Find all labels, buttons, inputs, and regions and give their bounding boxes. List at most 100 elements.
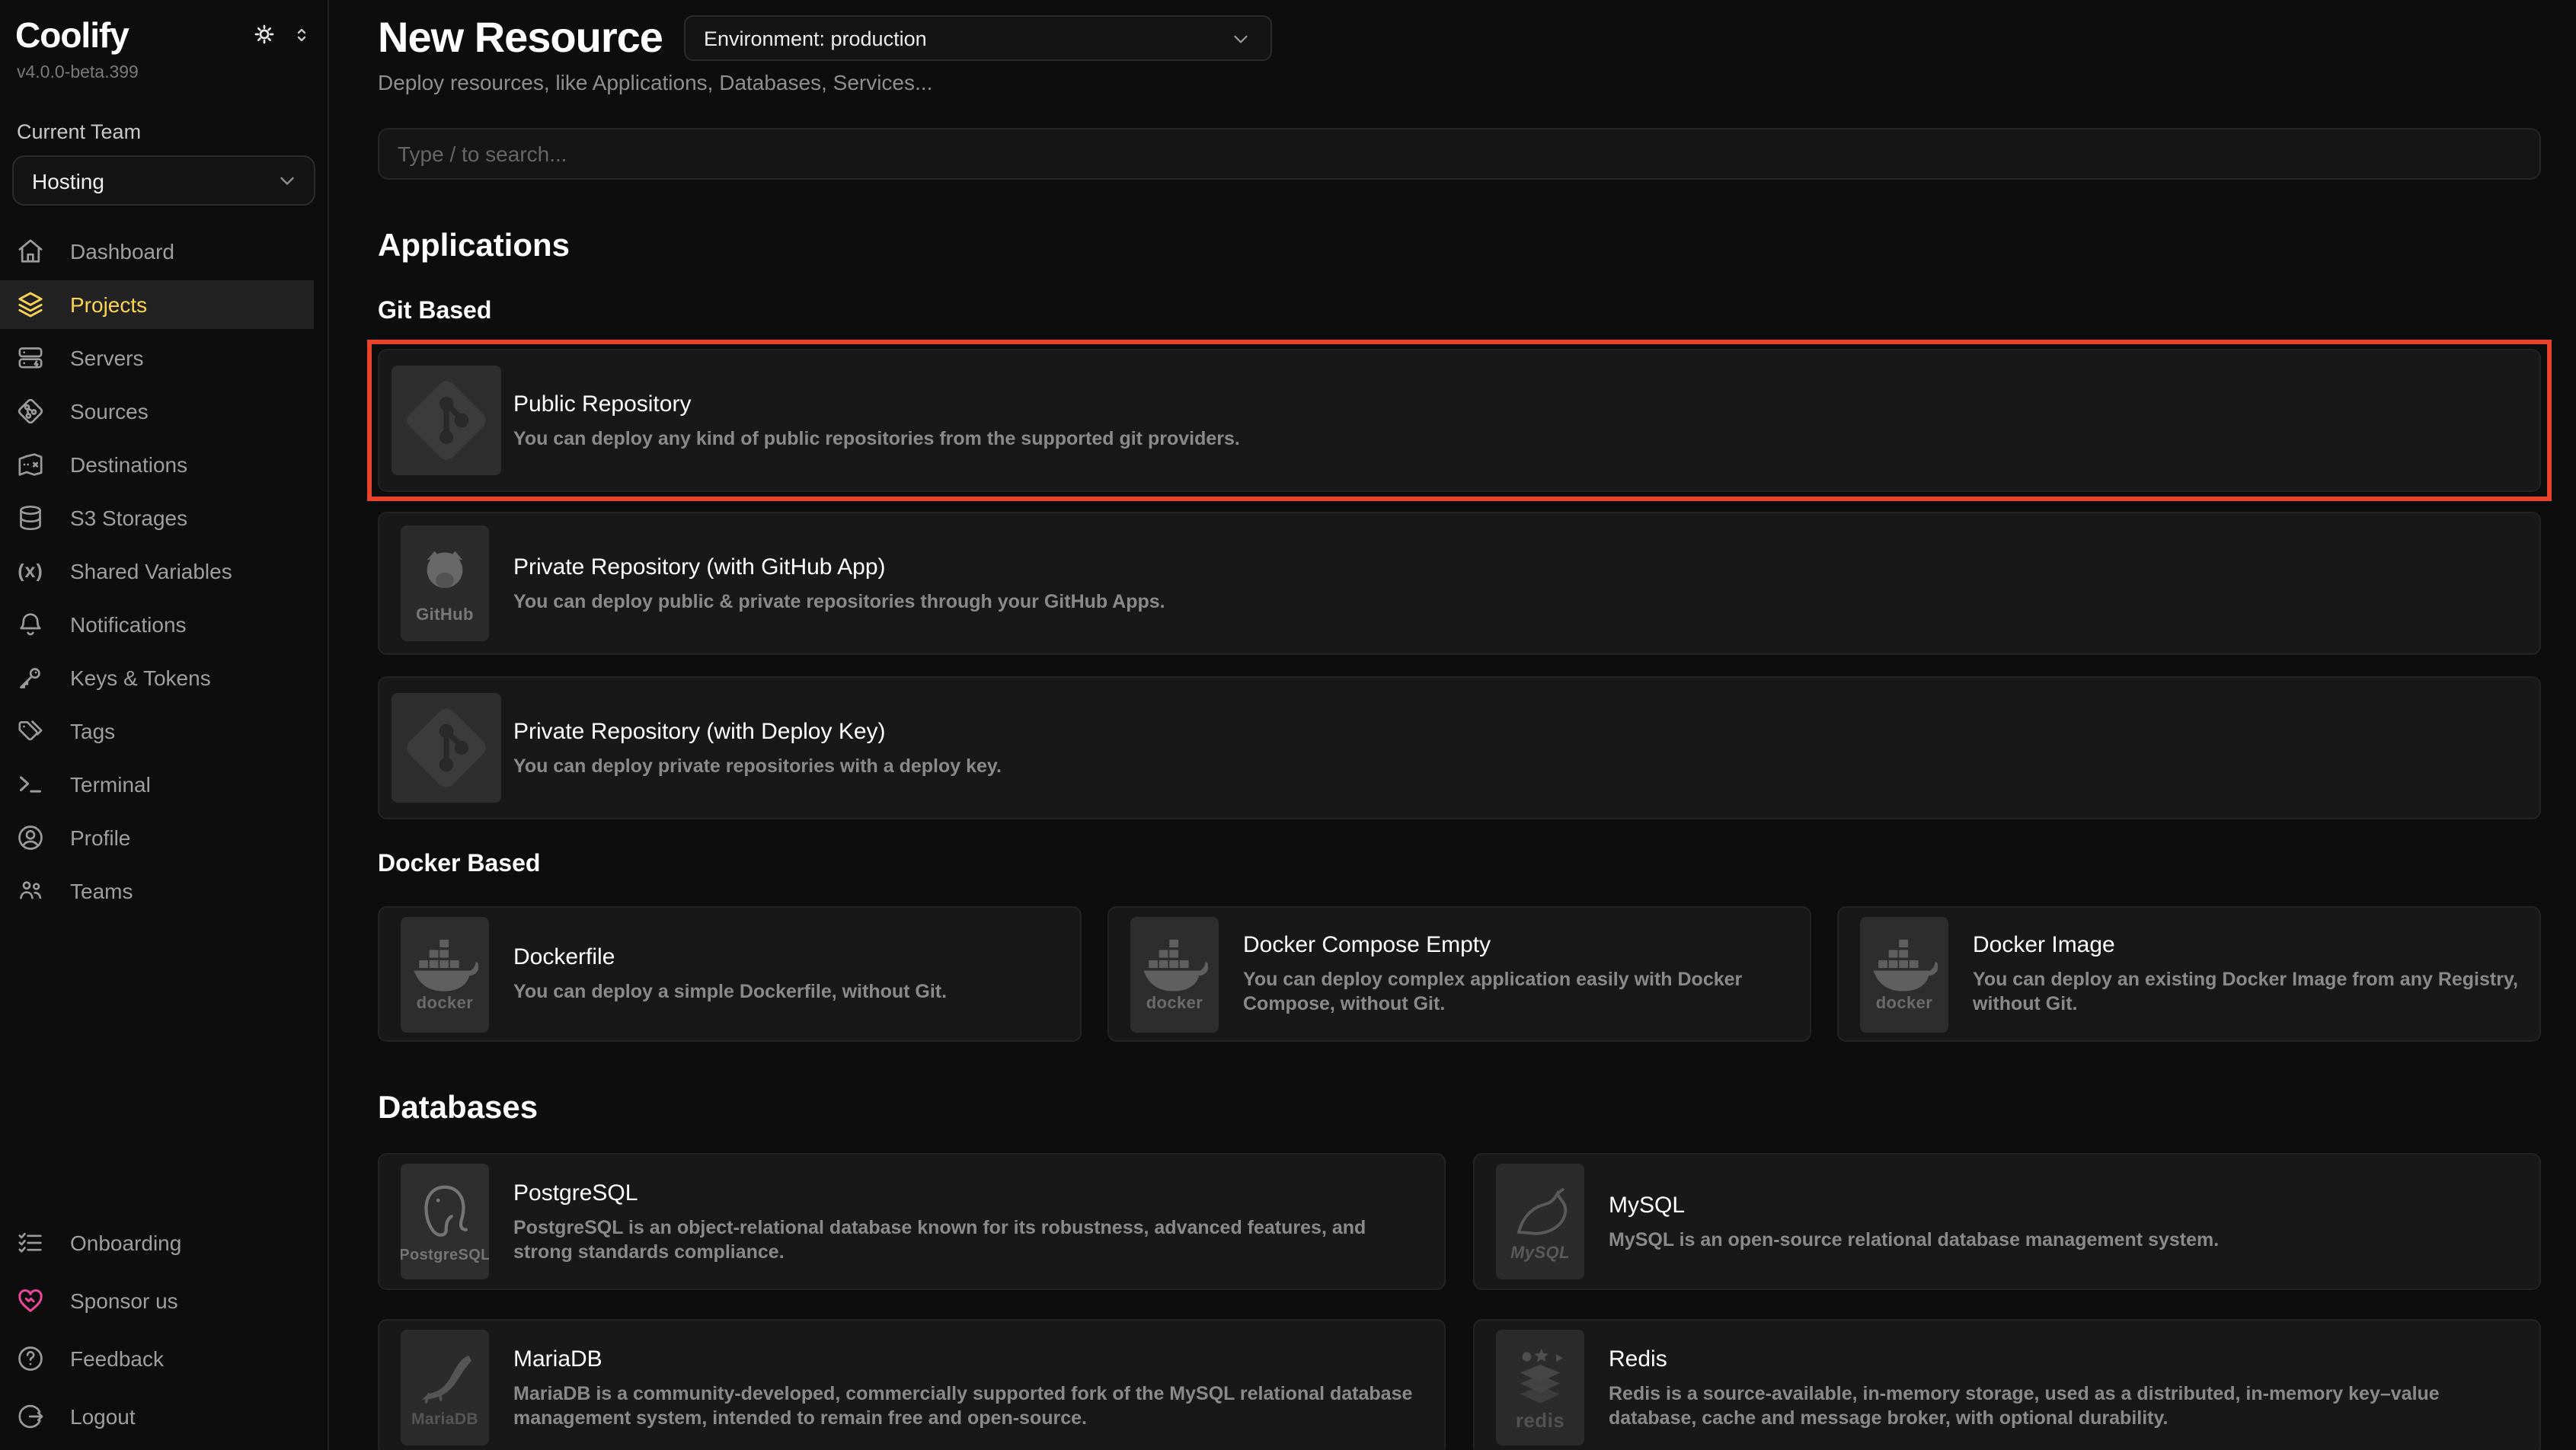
card-title: MySQL [1609,1192,2219,1218]
sidebar-item-feedback[interactable]: Feedback [0,1334,314,1383]
sidebar-item-shared-variables[interactable]: (x) Shared Variables [0,547,314,596]
sidebar-item-label: Logout [70,1404,136,1429]
card-description: MySQL is an open-source relational datab… [1609,1227,2219,1251]
annotation-highlight: Public Repository You can deploy any kin… [367,340,2552,501]
chevron-down-icon [276,169,299,192]
sidebar-item-label: Dashboard [70,239,174,263]
key-icon [15,663,46,693]
sidebar-item-label: Profile [70,826,130,850]
sidebar-item-servers[interactable]: Servers [0,334,314,382]
environment-select[interactable]: Environment: production [684,15,1272,61]
bell-icon [15,609,46,640]
sidebar-item-onboarding[interactable]: Onboarding [0,1218,314,1267]
git-branch-icon [15,396,46,426]
git-icon [392,693,501,803]
card-description: You can deploy an existing Docker Image … [1973,967,2521,1016]
environment-select-value: Environment: production [704,27,927,50]
search-input[interactable] [378,128,2541,180]
card-public-repository[interactable]: Public Repository You can deploy any kin… [378,349,2541,492]
card-title: MariaDB [513,1346,1426,1372]
card-description: You can deploy private repositories with… [513,753,1002,778]
sidebar-item-s3-storages[interactable]: S3 Storages [0,493,314,542]
card-title: Public Repository [513,391,1240,417]
page-title: New Resource [378,12,663,64]
team-select-value: Hosting [32,168,104,193]
card-mysql[interactable]: MySQL MySQL MySQL is an open-source rela… [1473,1153,2541,1290]
sidebar-item-dashboard[interactable]: Dashboard [0,227,314,276]
card-private-repository-deploy-key[interactable]: Private Repository (with Deploy Key) You… [378,676,2541,819]
card-title: Docker Image [1973,932,2521,958]
postgresql-icon: PostgreSQL [401,1164,489,1279]
sun-icon[interactable] [251,21,277,47]
docker-icon: docker [1130,916,1219,1032]
docker-icon: docker [401,916,489,1032]
card-docker-image[interactable]: docker Docker Image You can deploy an ex… [1837,906,2541,1042]
server-icon [15,343,46,373]
github-wordmark: GitHub [416,606,474,624]
card-dockerfile[interactable]: docker Dockerfile You can deploy a simpl… [378,906,1082,1042]
logout-icon [15,1401,46,1432]
card-description: MariaDB is a community-developed, commer… [513,1381,1426,1429]
card-description: PostgreSQL is an object-relational datab… [513,1215,1426,1263]
sidebar-item-label: Sources [70,399,149,423]
redis-wordmark: redis [1516,1408,1564,1431]
chevron-up-down-icon[interactable] [291,24,312,45]
database-icon [15,503,46,533]
sidebar-item-label: S3 Storages [70,506,187,530]
docker-wordmark: docker [1876,994,1933,1012]
terminal-icon [15,769,46,800]
card-mariadb[interactable]: MariaDB MariaDB MariaDB is a community-d… [378,1319,1446,1450]
sidebar: Coolify v4.0.0-beta.399 Current Team Hos… [0,0,329,1450]
sidebar-item-tags[interactable]: Tags [0,707,314,755]
card-description: You can deploy public & private reposito… [513,589,1165,613]
mariadb-wordmark: MariaDB [411,1410,478,1429]
docker-icon: docker [1860,916,1948,1032]
docker-wordmark: docker [417,994,474,1012]
card-title: Dockerfile [513,944,947,970]
main-content: New Resource Environment: production Dep… [329,0,2576,1450]
sidebar-item-label: Terminal [70,772,151,797]
git-icon [392,366,501,475]
app-version: v4.0.0-beta.399 [0,56,328,82]
sidebar-item-label: Feedback [70,1346,164,1371]
card-description: You can deploy complex application easil… [1243,967,1791,1016]
sidebar-item-sources[interactable]: Sources [0,387,314,436]
map-icon [15,449,46,480]
sidebar-item-logout[interactable]: Logout [0,1392,314,1441]
card-postgresql[interactable]: PostgreSQL PostgreSQL PostgreSQL is an o… [378,1153,1446,1290]
tags-icon [15,716,46,746]
sidebar-item-teams[interactable]: Teams [0,867,314,915]
sidebar-item-label: Sponsor us [70,1289,178,1313]
git-based-heading: Git Based [378,297,2541,327]
sidebar-nav: Dashboard Projects Servers Sources [0,227,328,915]
sidebar-item-projects[interactable]: Projects [0,280,314,329]
sidebar-item-label: Projects [70,292,147,317]
sidebar-item-label: Keys & Tokens [70,666,211,690]
app-logo[interactable]: Coolify [15,15,129,56]
card-title: Private Repository (with Deploy Key) [513,718,1002,744]
sidebar-item-label: Shared Variables [70,559,232,583]
sidebar-item-terminal[interactable]: Terminal [0,760,314,809]
sidebar-item-sponsor[interactable]: Sponsor us [0,1276,314,1325]
sidebar-bottom: Onboarding Sponsor us Feedback Logout [0,1218,328,1441]
card-docker-compose-empty[interactable]: docker Docker Compose Empty You can depl… [1107,906,1811,1042]
sidebar-item-label: Onboarding [70,1231,181,1255]
github-icon: GitHub [401,525,489,641]
variables-icon: (x) [15,556,46,586]
coolify-app: Coolify v4.0.0-beta.399 Current Team Hos… [0,0,2576,1450]
sidebar-item-profile[interactable]: Profile [0,813,314,862]
sidebar-item-destinations[interactable]: Destinations [0,440,314,489]
card-description: You can deploy any kind of public reposi… [513,426,1240,450]
team-select[interactable]: Hosting [12,155,315,206]
card-redis[interactable]: redis Redis Redis is a source-available,… [1473,1319,2541,1450]
sidebar-item-keys-tokens[interactable]: Keys & Tokens [0,653,314,702]
sidebar-item-label: Destinations [70,452,187,477]
docker-based-heading: Docker Based [378,850,2541,880]
mysql-icon: MySQL [1496,1164,1584,1279]
card-description: Redis is a source-available, in-memory s… [1609,1381,2521,1429]
sidebar-item-label: Servers [70,346,143,370]
sidebar-item-notifications[interactable]: Notifications [0,600,314,649]
help-icon [15,1343,46,1374]
card-private-repository-github-app[interactable]: GitHub Private Repository (with GitHub A… [378,512,2541,655]
layers-icon [15,289,46,320]
